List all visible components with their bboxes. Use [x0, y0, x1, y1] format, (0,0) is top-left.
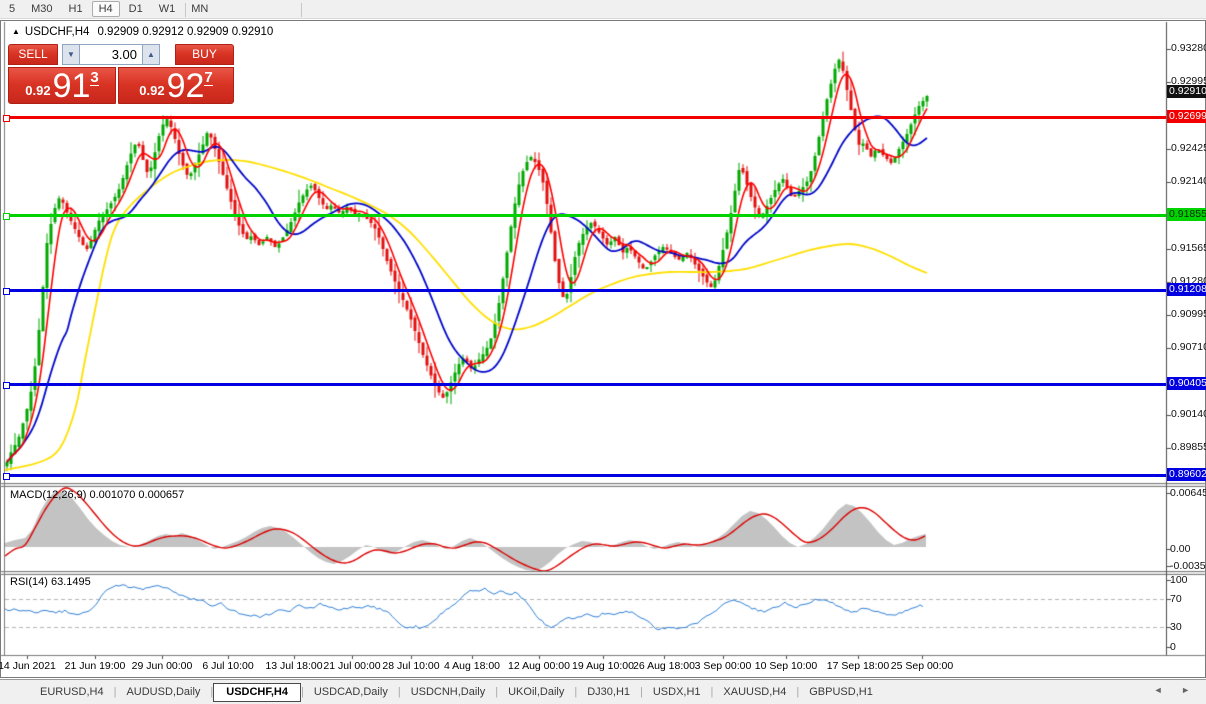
- tab-scroll-arrows[interactable]: ◄ ►: [1154, 685, 1198, 695]
- horizontal-level-line[interactable]: [5, 116, 1166, 119]
- chart-tab-xauusd-h4[interactable]: XAUUSD,H4: [713, 683, 796, 702]
- time-axis-label: 19 Aug 10:00: [572, 660, 634, 672]
- macd-label: MACD(12,26,9) 0.001070 0.000657: [10, 489, 184, 501]
- trading-terminal: 5M30H1H4D1W1MN 0.932800.929950.924250.92…: [0, 0, 1206, 704]
- chart-ohlc-values: 0.92909 0.92912 0.92909 0.92910: [97, 26, 273, 38]
- chart-canvas[interactable]: [0, 0, 1206, 704]
- volume-increase-button[interactable]: ▲: [142, 44, 160, 65]
- macd-axis-label: 0.006451: [1170, 487, 1206, 500]
- buy-price-prefix: 0.92: [139, 83, 164, 98]
- time-axis-label: 6 Jul 10:00: [202, 660, 253, 672]
- time-axis-label: 17 Sep 18:00: [827, 660, 889, 672]
- time-axis-label: 25 Sep 00:00: [891, 660, 953, 672]
- chart-tab-ukoil-daily[interactable]: UKOil,Daily: [498, 683, 574, 702]
- price-axis-tick-label: 0.90140: [1171, 408, 1206, 421]
- chart-symbol-label: USDCHF,H4: [25, 26, 90, 38]
- time-axis-label: 12 Aug 00:00: [508, 660, 570, 672]
- chart-tab-bar: EURUSD,H4|AUDUSD,Daily|USDCHF,H4|USDCAD,…: [0, 679, 1206, 704]
- chart-tab-usdchf-h4[interactable]: USDCHF,H4: [213, 683, 301, 702]
- volume-decrease-button[interactable]: ▼: [62, 44, 80, 65]
- time-axis-label: 10 Sep 10:00: [755, 660, 817, 672]
- buy-price-pips: 92: [167, 70, 205, 102]
- level-line-handle[interactable]: [3, 473, 10, 480]
- price-axis-tick-label: 0.89855: [1171, 441, 1206, 454]
- rsi-axis-label: 30: [1170, 621, 1182, 634]
- rsi-axis-label: 0: [1170, 641, 1176, 654]
- level-line-handle[interactable]: [3, 115, 10, 122]
- chart-tab-eurusd-h4[interactable]: EURUSD,H4: [30, 683, 114, 702]
- horizontal-level-line[interactable]: [5, 474, 1166, 477]
- time-axis-label: 26 Aug 18:00: [633, 660, 695, 672]
- chart-tab-dj30-h1[interactable]: DJ30,H1: [577, 683, 640, 702]
- level-line-handle[interactable]: [3, 213, 10, 220]
- chart-tab-gbpusd-h1[interactable]: GBPUSD,H1: [799, 683, 883, 702]
- horizontal-level-line[interactable]: [5, 289, 1166, 292]
- price-axis-tick-label: 0.90710: [1171, 341, 1206, 354]
- price-axis-tick-label: 0.92140: [1171, 175, 1206, 188]
- price-axis-tick-label: 0.91565: [1171, 242, 1206, 255]
- volume-input[interactable]: 3.00: [80, 44, 142, 65]
- sell-price-prefix: 0.92: [25, 83, 50, 98]
- price-level-badge: 0.92699: [1167, 110, 1206, 123]
- chart-tab-usdcnh-daily[interactable]: USDCNH,Daily: [401, 683, 496, 702]
- chart-tab-usdx-h1[interactable]: USDX,H1: [643, 683, 711, 702]
- collapse-arrow-icon[interactable]: ▲: [12, 27, 20, 36]
- macd-axis-label: 0.00: [1170, 543, 1190, 556]
- one-click-trading-panel: SELL ▼ 3.00 ▲ BUY 0.92 91 3 0.92 92 7: [8, 43, 234, 103]
- horizontal-level-line[interactable]: [5, 383, 1166, 386]
- level-line-handle[interactable]: [3, 382, 10, 389]
- chart-tab-usdcad-daily[interactable]: USDCAD,Daily: [304, 683, 398, 702]
- rsi-axis-label: 100: [1170, 574, 1188, 587]
- time-axis-label: 14 Jun 2021: [0, 660, 56, 672]
- sell-price-pips: 91: [53, 70, 91, 102]
- buy-price-button[interactable]: 0.92 92 7: [118, 67, 234, 104]
- sell-price-button[interactable]: 0.92 91 3: [8, 67, 116, 104]
- rsi-axis-label: 70: [1170, 593, 1182, 606]
- chart-tab-audusd-daily[interactable]: AUDUSD,Daily: [116, 683, 210, 702]
- time-axis-label: 28 Jul 10:00: [382, 660, 439, 672]
- sell-button[interactable]: SELL: [8, 44, 58, 65]
- price-level-badge: 0.91855: [1167, 208, 1206, 221]
- buy-price-point: 7: [204, 70, 212, 86]
- time-axis-label: 21 Jul 00:00: [323, 660, 380, 672]
- time-axis-label: 3 Sep 00:00: [695, 660, 752, 672]
- macd-axis-label: -0.003507: [1170, 560, 1206, 573]
- price-level-badge: 0.89602: [1167, 468, 1206, 481]
- time-axis-label: 29 Jun 00:00: [132, 660, 193, 672]
- level-line-handle[interactable]: [3, 288, 10, 295]
- rsi-label: RSI(14) 63.1495: [10, 576, 91, 588]
- price-axis-tick-label: 0.90995: [1171, 308, 1206, 321]
- price-level-badge: 0.92910: [1167, 85, 1206, 98]
- horizontal-level-line[interactable]: [5, 214, 1166, 217]
- buy-button[interactable]: BUY: [175, 44, 234, 65]
- price-level-badge: 0.91208: [1167, 283, 1206, 296]
- time-axis-label: 13 Jul 18:00: [265, 660, 322, 672]
- price-axis-tick-label: 0.92425: [1171, 142, 1206, 155]
- time-axis-label: 21 Jun 19:00: [65, 660, 126, 672]
- price-axis-tick-label: 0.93280: [1171, 42, 1206, 55]
- chart-title: ▲ USDCHF,H4 0.92909 0.92912 0.92909 0.9291…: [12, 26, 273, 38]
- sell-price-point: 3: [90, 70, 98, 86]
- time-axis-label: 4 Aug 18:00: [444, 660, 500, 672]
- price-level-badge: 0.90405: [1167, 377, 1206, 390]
